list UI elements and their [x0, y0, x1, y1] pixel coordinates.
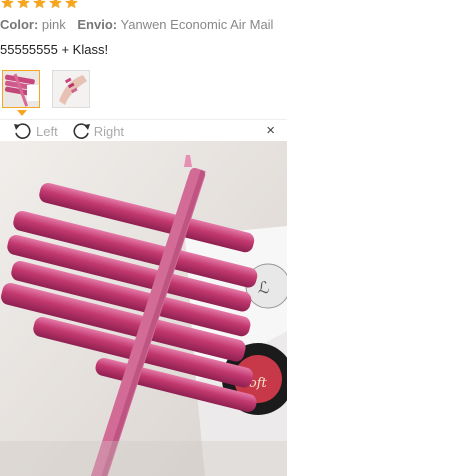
thumbnail-hand-swatch[interactable]	[52, 70, 90, 108]
pencil-photo-thumbnail	[3, 71, 39, 107]
star-icon	[65, 0, 78, 9]
hand-swatch-thumbnail	[53, 71, 89, 107]
star-icon	[17, 0, 30, 9]
thumbnail-pencils[interactable]	[2, 70, 40, 108]
rotate-left-label: Left	[36, 123, 58, 139]
review-photo: ℒ Soft	[0, 141, 287, 476]
color-value: pink	[41, 17, 66, 32]
star-icon	[49, 0, 62, 9]
rotate-right-label: Right	[93, 123, 125, 139]
rotate-left-icon	[14, 123, 31, 139]
star-icon	[0, 0, 14, 9]
lip-pencils-photo: ℒ Soft	[0, 141, 287, 476]
active-thumbnail-indicator	[17, 110, 27, 116]
color-label: Color:	[0, 17, 39, 32]
rotate-right-button[interactable]: Right	[70, 122, 124, 140]
star-icon	[33, 0, 46, 9]
shipping-value: Yanwen Economic Air Mail	[120, 17, 274, 32]
review-text: 55555555 + Klass!	[0, 42, 109, 57]
shipping-label: Envio:	[77, 17, 118, 32]
rating-stars	[0, 0, 79, 9]
rotate-left-button[interactable]: Left	[12, 122, 58, 140]
order-meta: Color: pink Envio: Yanwen Economic Air M…	[0, 17, 281, 32]
image-viewer-toolbar: Left Right ×	[0, 119, 287, 142]
svg-text:ℒ: ℒ	[258, 278, 270, 297]
close-viewer-button[interactable]: ×	[266, 123, 275, 138]
rotate-right-icon	[73, 123, 90, 139]
